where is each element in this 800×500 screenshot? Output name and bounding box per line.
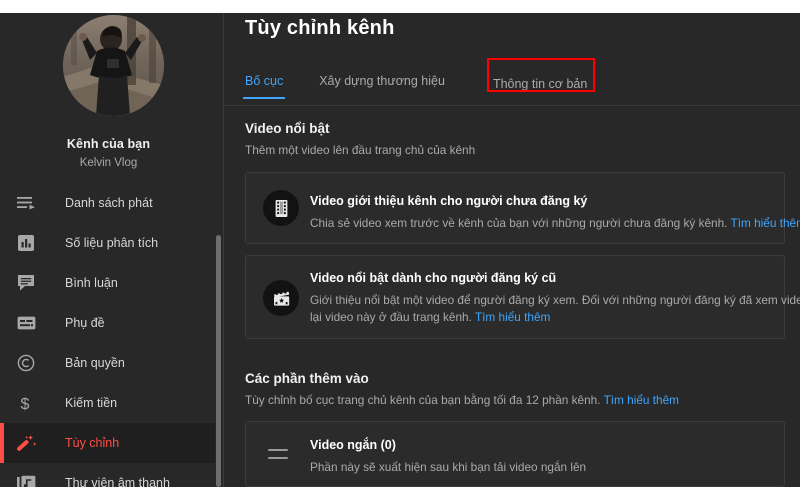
section-desc-featured: Thêm một video lên đầu trang chủ của kên…: [245, 143, 476, 157]
top-white-strip: [0, 0, 800, 13]
section-title-added: Các phần thêm vào: [245, 371, 369, 386]
copyright-icon: [17, 351, 43, 375]
sidebar-nav: Danh sách phát Số liệu phân tích Bình lu…: [0, 183, 217, 487]
dollar-icon: $: [17, 391, 43, 415]
sidebar-item-label: Kiếm tiền: [65, 396, 118, 410]
card-title: Video ngắn (0): [310, 438, 396, 452]
card-description: Chia sẻ video xem trước về kênh của bạn …: [310, 215, 800, 232]
card-description: Phần này sẽ xuất hiện sau khi bạn tải vi…: [310, 460, 587, 474]
section-title-featured: Video nổi bật: [245, 121, 330, 136]
svg-text:$: $: [21, 396, 30, 413]
channel-handle: Kelvin Vlog: [79, 157, 138, 169]
tab-bar: Bố cục Xây dựng thương hiệu Thông tin cơ…: [242, 67, 599, 105]
playlist-icon: [17, 191, 43, 215]
learn-more-link[interactable]: Tìm hiểu thêm: [475, 310, 550, 324]
sidebar-item-label: Bình luận: [65, 276, 118, 290]
sidebar-item-thu-vien-am-thanh[interactable]: Thư viện âm thanh: [0, 463, 217, 487]
card-description-text: Chia sẻ video xem trước về kênh của bạn …: [310, 216, 728, 230]
card-intro-video[interactable]: Video giới thiệu kênh cho người chưa đăn…: [245, 172, 800, 244]
sidebar-scrollbar-thumb[interactable]: [216, 235, 221, 487]
film-strip-icon: [263, 190, 299, 226]
sidebar-item-label: Phụ đề: [65, 316, 105, 330]
tab-label: Thông tin cơ bản: [492, 77, 588, 91]
sidebar-item-label: Số liệu phân tích: [65, 236, 159, 250]
sidebar-item-kiem-tien[interactable]: $ Kiếm tiền: [0, 383, 217, 423]
sidebar-item-ban-quyen[interactable]: Bản quyền: [0, 343, 217, 383]
youtube-studio-customization-screen: Kênh của bạn Kelvin Vlog Danh sách phát: [0, 0, 800, 500]
section-desc-added: Tùy chỉnh bố cục trang chủ kênh của bạn …: [245, 393, 679, 407]
sidebar: Kênh của bạn Kelvin Vlog Danh sách phát: [0, 13, 224, 487]
sidebar-item-label: Bản quyền: [65, 356, 125, 370]
learn-more-link[interactable]: Tìm hiểu thêm: [731, 216, 800, 230]
sidebar-item-label: Danh sách phát: [65, 196, 153, 210]
sidebar-item-label: Thư viện âm thanh: [65, 476, 170, 487]
main-content: Tùy chỉnh kênh Bố cục Xây dựng thương hi…: [224, 13, 800, 487]
avatar-image: [63, 15, 164, 116]
section-desc-text: Tùy chỉnh bố cục trang chủ kênh của bạn …: [245, 393, 601, 407]
card-title: Video giới thiệu kênh cho người chưa đăn…: [310, 194, 588, 208]
magic-wand-icon: [17, 431, 43, 455]
sidebar-item-phu-de[interactable]: Phụ đề: [0, 303, 217, 343]
sidebar-item-binh-luan[interactable]: Bình luận: [0, 263, 217, 303]
sidebar-item-so-lieu-phan-tich[interactable]: Số liệu phân tích: [0, 223, 217, 263]
tab-xay-dung-thuong-hieu[interactable]: Xây dựng thương hiệu: [319, 67, 445, 99]
channel-name: Kênh của bạn: [66, 137, 151, 151]
sidebar-item-label: Tùy chỉnh: [65, 436, 120, 450]
subtitles-icon: [17, 311, 43, 335]
clapperboard-star-icon: [263, 280, 299, 316]
sidebar-item-danh-sach-phat[interactable]: Danh sách phát: [0, 183, 217, 223]
tab-label: Xây dựng thương hiệu: [319, 74, 445, 88]
card-featured-video-returning[interactable]: Video nổi bật dành cho người đăng ký cũ …: [245, 255, 800, 339]
tab-bo-cuc[interactable]: Bố cục: [242, 67, 286, 99]
page-title: Tùy chỉnh kênh: [245, 17, 395, 39]
card-title: Video nổi bật dành cho người đăng ký cũ: [310, 271, 557, 285]
tab-bar-divider: [224, 105, 800, 106]
avatar[interactable]: [63, 15, 164, 116]
app-stage: Kênh của bạn Kelvin Vlog Danh sách phát: [0, 13, 800, 487]
card-description-line1: Giới thiệu nổi bật một video để người đă…: [310, 293, 800, 307]
card-description: Giới thiệu nổi bật một video để người đă…: [310, 292, 800, 326]
drag-handle-icon[interactable]: [268, 449, 288, 459]
tab-label: Bố cục: [245, 74, 284, 88]
comments-icon: [17, 271, 43, 295]
sidebar-item-tuy-chinh[interactable]: Tùy chỉnh: [0, 423, 217, 463]
analytics-icon: [17, 231, 43, 255]
audio-library-icon: [17, 471, 43, 487]
card-section-video-ngan[interactable]: Video ngắn (0) Phần này sẽ xuất hiện sau…: [245, 421, 785, 487]
tab-thong-tin-co-ban[interactable]: Thông tin cơ bản: [481, 67, 599, 101]
learn-more-link[interactable]: Tìm hiểu thêm: [604, 393, 679, 407]
card-description-line2: lại video này ở đầu trang kênh.: [310, 310, 472, 324]
